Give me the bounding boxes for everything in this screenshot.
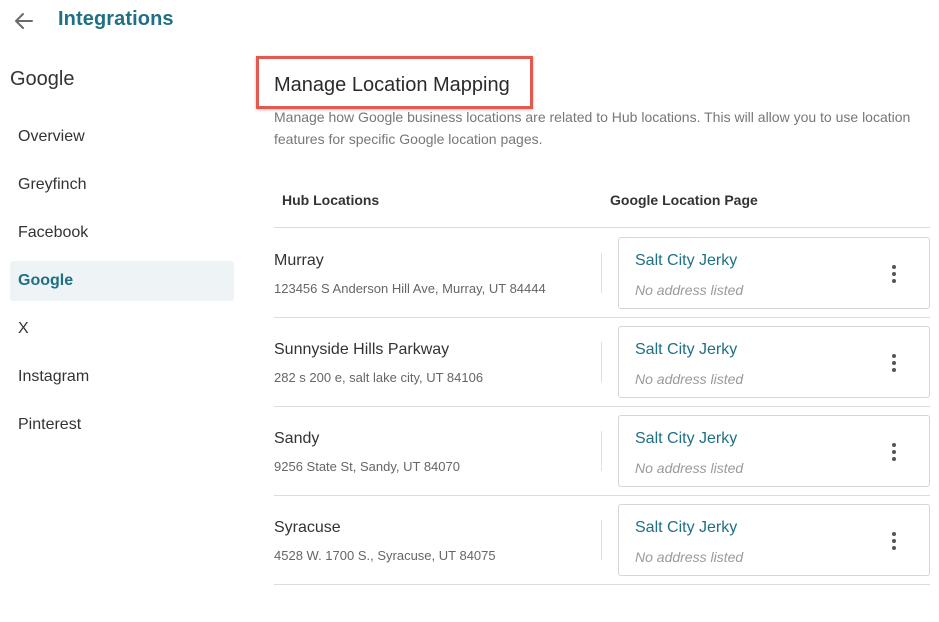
sidebar-nav: Overview Greyfinch Facebook Google X Ins… xyxy=(10,117,234,453)
table-header: Hub Locations Google Location Page xyxy=(274,190,930,228)
hub-location-address: 123456 S Anderson Hill Ave, Murray, UT 8… xyxy=(274,281,546,296)
google-location-card: Salt City Jerky No address listed xyxy=(618,326,930,398)
google-location-address: No address listed xyxy=(635,460,744,476)
google-location-address: No address listed xyxy=(635,371,744,387)
page-title: Manage Location Mapping xyxy=(274,74,510,96)
google-location-name[interactable]: Salt City Jerky xyxy=(635,252,737,270)
location-mapping-table: Murray 123456 S Anderson Hill Ave, Murra… xyxy=(274,229,930,585)
table-row: Sandy 9256 State St, Sandy, UT 84070 Sal… xyxy=(274,407,930,496)
more-options-icon[interactable] xyxy=(883,529,905,553)
google-location-card: Salt City Jerky No address listed xyxy=(618,415,930,487)
google-location-name[interactable]: Salt City Jerky xyxy=(635,519,737,537)
google-location-address: No address listed xyxy=(635,282,744,298)
column-divider xyxy=(601,431,602,471)
sidebar-item-overview[interactable]: Overview xyxy=(10,117,234,157)
sidebar-item-x[interactable]: X xyxy=(10,309,234,349)
hub-location-name: Sunnyside Hills Parkway xyxy=(274,341,450,358)
sidebar-item-instagram[interactable]: Instagram xyxy=(10,357,234,397)
google-location-name[interactable]: Salt City Jerky xyxy=(635,341,737,359)
hub-location-name: Sandy xyxy=(274,430,320,447)
hub-location-name: Syracuse xyxy=(274,519,341,536)
app-title: Integrations xyxy=(58,8,174,30)
column-divider xyxy=(601,520,602,560)
sidebar-item-greyfinch[interactable]: Greyfinch xyxy=(10,165,234,205)
back-arrow-icon[interactable] xyxy=(12,9,36,33)
hub-location-address: 282 s 200 e, salt lake city, UT 84106 xyxy=(274,370,484,385)
column-divider xyxy=(601,253,602,293)
more-options-icon[interactable] xyxy=(883,262,905,286)
sidebar-heading: Google xyxy=(10,68,75,90)
table-row: Sunnyside Hills Parkway 282 s 200 e, sal… xyxy=(274,318,930,407)
sidebar-item-facebook[interactable]: Facebook xyxy=(10,213,234,253)
google-location-name[interactable]: Salt City Jerky xyxy=(635,430,737,448)
google-location-card: Salt City Jerky No address listed xyxy=(618,237,930,309)
table-row: Syracuse 4528 W. 1700 S., Syracuse, UT 8… xyxy=(274,496,930,585)
column-divider xyxy=(601,342,602,382)
table-row: Murray 123456 S Anderson Hill Ave, Murra… xyxy=(274,229,930,318)
column-header-hub-locations: Hub Locations xyxy=(282,192,380,208)
page-description: Manage how Google business locations are… xyxy=(274,109,911,147)
hub-location-name: Murray xyxy=(274,252,324,269)
sidebar-item-pinterest[interactable]: Pinterest xyxy=(10,405,234,445)
sidebar-item-google[interactable]: Google xyxy=(10,261,234,301)
more-options-icon[interactable] xyxy=(883,440,905,464)
google-location-address: No address listed xyxy=(635,549,744,565)
more-options-icon[interactable] xyxy=(883,351,905,375)
column-header-google-location-page: Google Location Page xyxy=(610,192,758,208)
hub-location-address: 4528 W. 1700 S., Syracuse, UT 84075 xyxy=(274,548,496,563)
hub-location-address: 9256 State St, Sandy, UT 84070 xyxy=(274,459,460,474)
google-location-card: Salt City Jerky No address listed xyxy=(618,504,930,576)
top-bar: Integrations xyxy=(0,0,939,42)
